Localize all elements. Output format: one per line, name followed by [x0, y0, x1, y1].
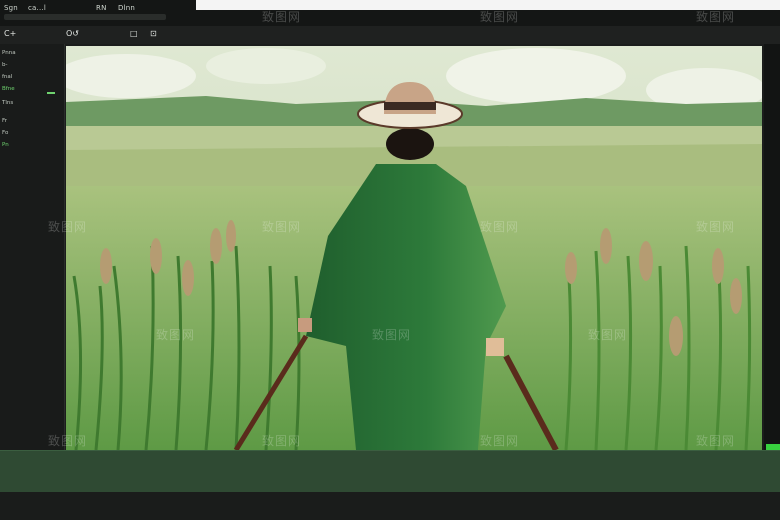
tool-4[interactable]: ⊡	[150, 29, 157, 38]
menu-item-2[interactable]: ca...l	[28, 4, 46, 12]
image-canvas[interactable]	[66, 46, 762, 450]
scarecrow-field-artwork	[66, 46, 762, 450]
layers-panel: Pnna b‑ fnal Bfne Tlns Fr Fo Pn	[0, 44, 65, 450]
head-hair	[386, 128, 434, 160]
panel-indicator	[47, 92, 55, 94]
panel-row-4[interactable]: Bfne	[2, 86, 15, 92]
hat-band	[384, 102, 436, 110]
menu-item-3[interactable]: RN	[96, 4, 107, 12]
cloud	[206, 48, 326, 84]
menu-item-4[interactable]: Dlnn	[118, 4, 135, 12]
panel-row-7[interactable]: Fo	[2, 130, 8, 136]
tool-1[interactable]: C+	[4, 29, 16, 38]
toolbar: C+ O↺ □ ⊡	[0, 26, 780, 44]
cloud	[446, 48, 626, 104]
panel-row-6[interactable]: Fr	[2, 118, 7, 124]
menu-bar: Sgn ca...l RN Dlnn	[0, 0, 780, 27]
left-hand	[298, 318, 312, 332]
tool-3[interactable]: □	[130, 29, 138, 38]
timeline-panel[interactable]	[0, 450, 780, 493]
panel-row-2[interactable]: b‑	[2, 62, 7, 68]
tool-2[interactable]: O↺	[66, 29, 79, 38]
status-bar	[0, 492, 780, 520]
right-hand	[486, 338, 504, 356]
panel-row-5[interactable]: Tlns	[2, 100, 13, 106]
panel-row-3[interactable]: fnal	[2, 74, 12, 80]
title-progress-bar	[4, 14, 166, 20]
panel-row-8[interactable]: Pn	[2, 142, 9, 148]
menu-item-1[interactable]: Sgn	[4, 4, 18, 12]
address-strip	[196, 0, 780, 10]
right-scroll-gutter[interactable]	[764, 44, 780, 450]
panel-row-1[interactable]: Pnna	[2, 50, 16, 56]
